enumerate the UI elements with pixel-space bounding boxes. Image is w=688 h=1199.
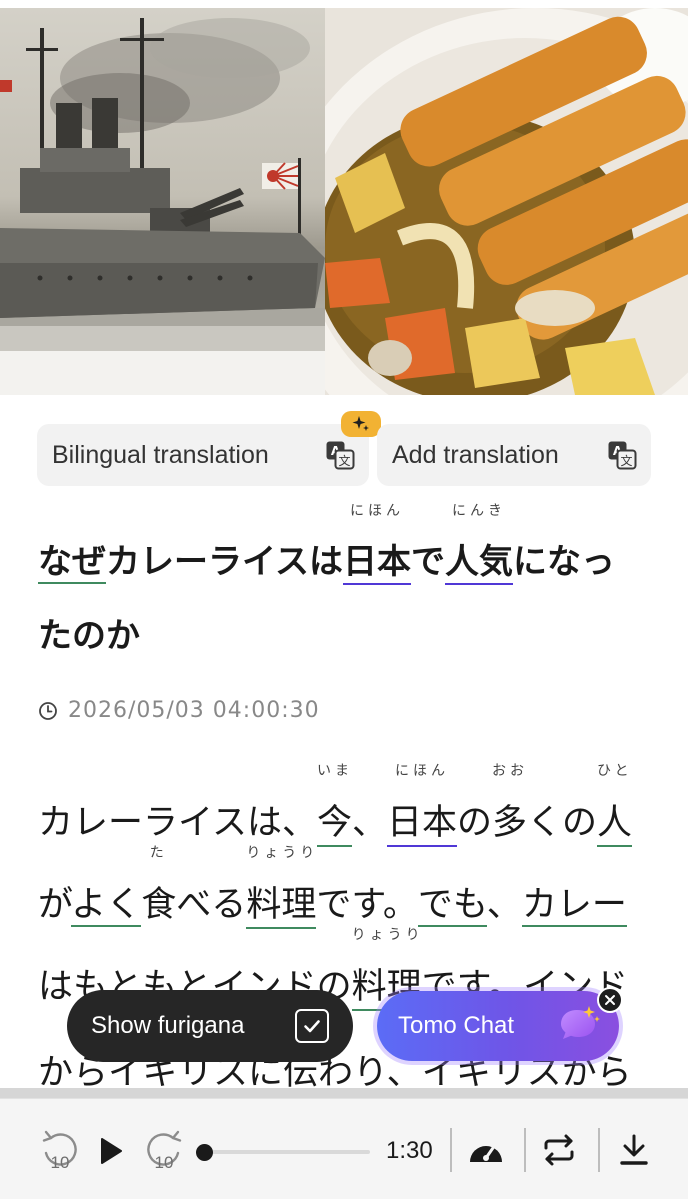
- close-icon[interactable]: [597, 987, 623, 1013]
- body-text: の: [457, 803, 493, 843]
- furigana: にほん: [349, 503, 404, 519]
- audio-progress-track[interactable]: [200, 1150, 370, 1154]
- body-word[interactable]: た食: [141, 845, 177, 927]
- body-word[interactable]: りょうり 料理: [246, 845, 317, 929]
- body-word-text: 今: [316, 803, 352, 843]
- sparkle-icon: [341, 411, 381, 437]
- article-title-line-2: たのか: [38, 608, 140, 657]
- body-word-text: 人: [597, 803, 633, 843]
- article-hero-image: [0, 0, 688, 395]
- repeat-icon: [544, 1134, 574, 1166]
- translate-icon: A 文: [607, 440, 637, 470]
- furigana: おお: [492, 763, 529, 779]
- show-furigana-toggle[interactable]: Show furigana: [67, 990, 353, 1062]
- katsu-curry-photo: [325, 8, 688, 395]
- title-word-text: 日本: [342, 542, 411, 582]
- play-button[interactable]: [94, 1133, 128, 1169]
- furigana-checkbox[interactable]: [295, 1009, 329, 1043]
- audio-time: 1:30: [386, 1137, 433, 1164]
- speedometer-icon: [470, 1143, 502, 1162]
- rewind-seconds-label: 10: [51, 1153, 70, 1172]
- player-divider: [450, 1128, 452, 1172]
- title-word[interactable]: なぜ: [38, 542, 106, 584]
- furigana: いま: [316, 763, 353, 779]
- body-text: 、: [351, 803, 387, 843]
- furigana: りょうり: [351, 927, 424, 943]
- article-body-line-1: カレーライスは、 いま 今、 にほん 日本の おお 多くの ひと人: [38, 763, 633, 847]
- page-scrollbar-thumb[interactable]: [0, 1088, 688, 1098]
- title-word-text: 人気: [444, 542, 513, 582]
- audio-progress-knob[interactable]: [196, 1144, 213, 1161]
- player-divider: [524, 1128, 526, 1172]
- body-text: くの: [527, 803, 598, 843]
- bilingual-translation-label: Bilingual translation: [52, 440, 269, 469]
- repeat-button[interactable]: [538, 1130, 580, 1170]
- body-word[interactable]: でも: [417, 885, 487, 927]
- rewind-10-icon: 10: [42, 1130, 77, 1172]
- download-button[interactable]: [614, 1130, 654, 1170]
- translate-icon: A 文: [325, 440, 355, 470]
- rewind-10-button[interactable]: 10: [38, 1128, 84, 1174]
- playback-speed-button[interactable]: [465, 1130, 507, 1170]
- play-icon: [101, 1138, 122, 1164]
- article-body-line-2: がよくた食べる りょうり 料理です。でも、カレー: [38, 845, 627, 929]
- timestamp-text: 2026/05/03 04:00:30: [68, 698, 320, 723]
- download-icon: [620, 1134, 648, 1165]
- publish-timestamp: 2026/05/03 04:00:30: [38, 698, 320, 723]
- body-word[interactable]: よく: [71, 885, 142, 927]
- body-text: です。: [316, 885, 418, 925]
- body-word[interactable]: いま今: [316, 763, 352, 847]
- body-word[interactable]: にほん 日本: [386, 763, 457, 847]
- title-text: たのか: [38, 616, 140, 656]
- title-text: で: [410, 542, 445, 582]
- chat-bubble-icon: [557, 1004, 601, 1048]
- body-word-text: 日本: [386, 803, 457, 843]
- tomo-chat-label: Tomo Chat: [398, 1012, 515, 1039]
- checkmark-icon: [304, 1020, 320, 1033]
- add-translation-button[interactable]: Add translation A 文: [377, 424, 651, 486]
- hero-caption-strip: [0, 351, 325, 395]
- body-text: べる: [176, 885, 247, 925]
- player-divider: [598, 1128, 600, 1172]
- body-word[interactable]: カレー: [521, 885, 627, 927]
- page-scrollbar[interactable]: [0, 1088, 688, 1098]
- body-word-text: 食: [141, 885, 177, 925]
- furigana: ひと: [597, 763, 633, 779]
- furigana: りょうり: [246, 845, 319, 861]
- title-text: カレーライスは: [106, 542, 343, 582]
- furigana: にほん: [394, 763, 449, 779]
- svg-text:文: 文: [620, 453, 632, 468]
- clock-icon: [39, 701, 57, 720]
- show-furigana-label: Show furigana: [91, 1012, 245, 1039]
- body-text: 、: [486, 885, 522, 925]
- body-word[interactable]: おお多: [492, 763, 528, 845]
- body-text: が: [38, 885, 72, 925]
- body-text: カレーライスは、: [38, 803, 317, 843]
- furigana: にんき: [451, 503, 506, 519]
- furigana: た: [149, 845, 168, 861]
- title-word[interactable]: にほん 日本: [342, 503, 411, 585]
- forward-10-icon: 10: [147, 1130, 182, 1172]
- body-word[interactable]: ひと人: [597, 763, 633, 847]
- forward-seconds-label: 10: [155, 1153, 174, 1172]
- title-text: になっ: [512, 542, 615, 582]
- svg-text:文: 文: [338, 453, 350, 468]
- tomo-chat-button[interactable]: Tomo Chat: [377, 991, 619, 1061]
- body-word-text: 料理: [246, 885, 317, 925]
- title-word[interactable]: にんき 人気: [444, 503, 513, 585]
- battleship-photo: [0, 8, 325, 351]
- bilingual-translation-button[interactable]: Bilingual translation A 文: [37, 424, 369, 486]
- add-translation-label: Add translation: [392, 440, 559, 469]
- body-word-text: 多: [492, 803, 528, 843]
- article-title-line-1: なぜカレーライスは にほん 日本で にんき 人気になっ: [38, 503, 615, 585]
- forward-10-button[interactable]: 10: [140, 1128, 186, 1174]
